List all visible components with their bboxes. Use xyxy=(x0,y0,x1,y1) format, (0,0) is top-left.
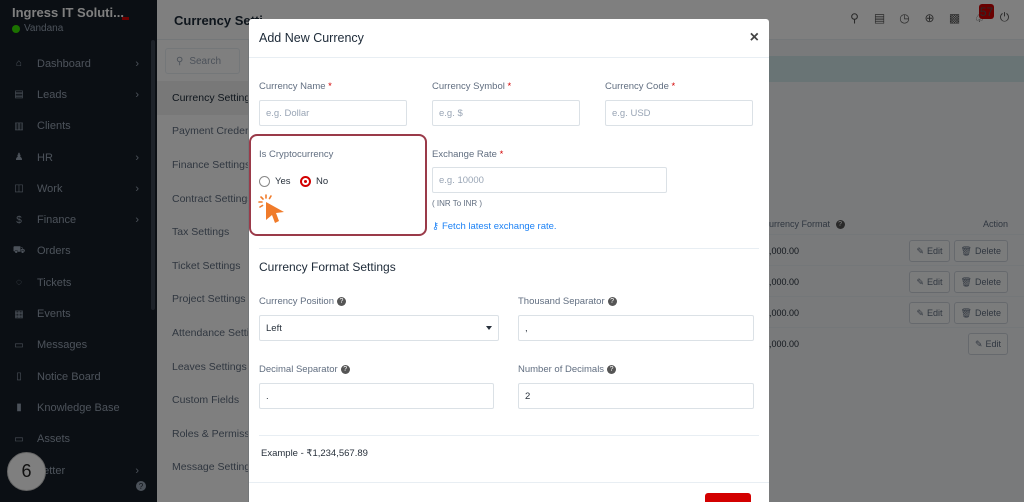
format-example: Example - ₹1,234,567.89 xyxy=(261,448,368,459)
divider xyxy=(259,248,759,249)
exchange-rate-label: Exchange Rate * xyxy=(432,149,504,160)
modal-footer-divider xyxy=(249,482,769,483)
thousand-separator-label: Thousand Separator? xyxy=(518,296,617,307)
number-of-decimals-label: Number of Decimals? xyxy=(518,364,617,375)
currency-code-input[interactable]: e.g. USD xyxy=(605,100,753,126)
divider xyxy=(259,435,759,436)
radio-yes-icon xyxy=(259,176,270,187)
number-of-decimals-input[interactable]: 2 xyxy=(518,383,754,409)
chevron-down-icon xyxy=(486,326,492,330)
save-button[interactable] xyxy=(705,493,751,502)
modal-header: Add New Currency × xyxy=(249,19,769,58)
crypto-yes-radio[interactable]: Yes xyxy=(259,176,291,187)
currency-name-label: Currency Name * xyxy=(259,81,332,92)
exchange-rate-hint: ( INR To INR ) xyxy=(432,199,483,208)
click-cursor-icon xyxy=(258,194,284,223)
help-icon: ? xyxy=(607,364,617,374)
help-icon: ? xyxy=(340,364,350,374)
is-cryptocurrency-label: Is Cryptocurrency xyxy=(259,149,334,160)
currency-code-label: Currency Code * xyxy=(605,81,676,92)
modal-title: Add New Currency xyxy=(259,31,364,45)
currency-format-section-title: Currency Format Settings xyxy=(259,260,396,274)
fetch-exchange-rate-link[interactable]: ⚷ Fetch latest exchange rate. xyxy=(432,221,557,232)
close-icon[interactable]: × xyxy=(750,29,759,47)
decimal-separator-input[interactable]: . xyxy=(259,383,494,409)
currency-symbol-label: Currency Symbol * xyxy=(432,81,512,92)
currency-name-input[interactable]: e.g. Dollar xyxy=(259,100,407,126)
add-currency-modal: Add New Currency × Currency Name * e.g. … xyxy=(249,19,769,502)
crypto-no-radio[interactable]: No xyxy=(300,176,328,187)
exchange-rate-input[interactable]: e.g. 10000 xyxy=(432,167,667,193)
help-icon: ? xyxy=(336,296,346,306)
help-icon: ? xyxy=(607,296,617,306)
currency-symbol-input[interactable]: e.g. $ xyxy=(432,100,580,126)
decimal-separator-label: Decimal Separator? xyxy=(259,364,350,375)
key-icon: ⚷ xyxy=(432,221,439,232)
thousand-separator-input[interactable]: , xyxy=(518,315,754,341)
currency-position-label: Currency Position? xyxy=(259,296,346,307)
currency-position-select[interactable]: Left xyxy=(259,315,499,341)
radio-no-selected-icon xyxy=(300,176,311,187)
